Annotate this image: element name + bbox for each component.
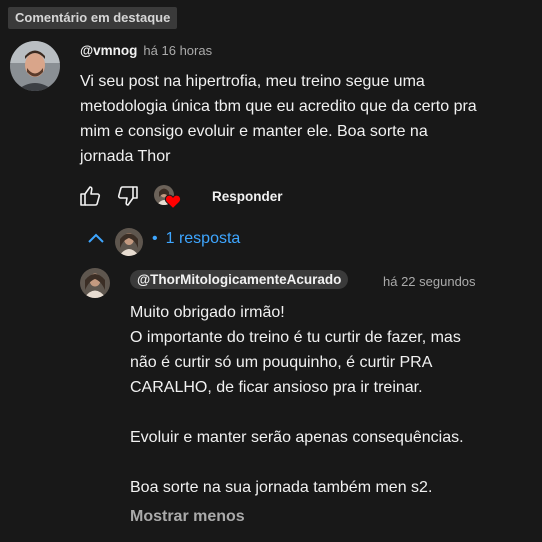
thumbs-down-icon [117,186,138,206]
replies-count[interactable]: 1 resposta [166,230,241,248]
reply-button[interactable]: Responder [212,189,283,204]
reply-author[interactable]: @ThorMitologicamenteAcurado [130,270,349,289]
comment-text: Vi seu post na hipertrofia, meu treino s… [80,73,477,165]
replies-toggle[interactable]: • 1 resposta [86,229,240,249]
heart-icon [165,194,181,209]
commenter-avatar[interactable] [10,41,60,91]
featured-comment-badge: Comentário em destaque [8,7,178,29]
separator-dot: • [152,230,158,247]
reply-text: Muito obrigado irmão! O importante do tr… [130,304,464,496]
dislike-button[interactable] [116,184,140,208]
thumbs-up-icon [80,186,101,206]
like-button[interactable] [78,184,102,208]
reply-timestamp[interactable]: há 22 segundos [383,274,476,289]
comment-timestamp[interactable]: há 16 horas [143,43,212,58]
replier-mini-avatar [115,228,143,256]
comment-author[interactable]: @vmnog [80,43,137,58]
chevron-up-icon [88,233,104,243]
comment-actions: Responder [78,183,283,209]
replier-avatar[interactable] [80,268,110,298]
show-less-button[interactable]: Mostrar menos [130,508,245,526]
creator-heart [154,183,184,209]
